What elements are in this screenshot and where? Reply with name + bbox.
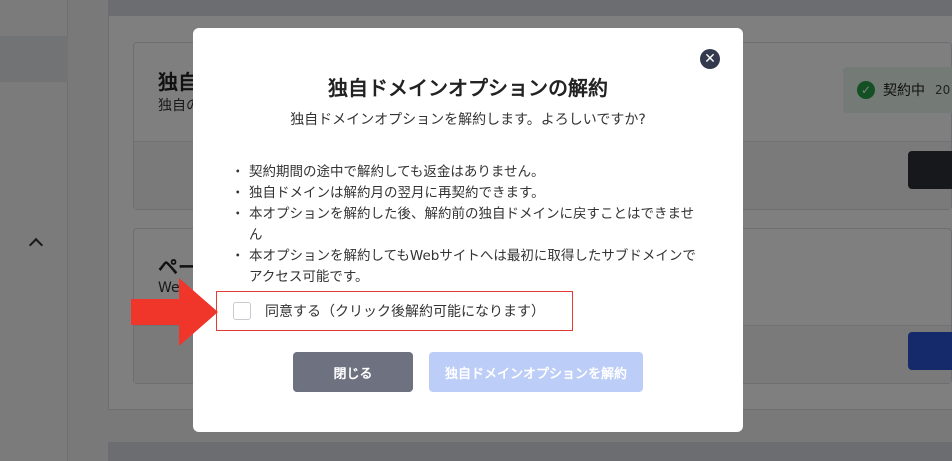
cancel-option-button[interactable]: 独自ドメインオプションを解約 (429, 352, 643, 392)
dialog-description: 独自ドメインオプションを解約します。よろしいですか? (290, 112, 646, 128)
close-icon[interactable]: ✕ (700, 49, 720, 69)
dialog-title: 独自ドメインオプションの解約 (328, 76, 608, 100)
agree-label[interactable]: 同意する（クリック後解約可能になります） (265, 301, 545, 321)
note-item: 独自ドメインは解約月の翌月に再契約できます。 (231, 183, 703, 204)
arrow-right-icon (131, 278, 218, 346)
note-item: 契約期間の途中で解約しても返金はありません。 (231, 162, 703, 183)
note-item: 本オプションを解約した後、解約前の独自ドメインに戻すことはできません (231, 204, 703, 246)
agree-highlight-box[interactable]: 同意する（クリック後解約可能になります） (216, 291, 573, 331)
cancel-domain-option-dialog: ✕ 独自ドメインオプションの解約 独自ドメインオプションを解約します。よろしいで… (193, 28, 743, 432)
close-button[interactable]: 閉じる (293, 352, 413, 392)
note-item: 本オプションを解約してもWebサイトへは最初に取得したサブドメインでアクセス可能… (231, 246, 703, 288)
agree-checkbox[interactable] (233, 302, 251, 320)
notes-list: 契約期間の途中で解約しても返金はありません。 独自ドメインは解約月の翌月に再契約… (231, 162, 703, 288)
